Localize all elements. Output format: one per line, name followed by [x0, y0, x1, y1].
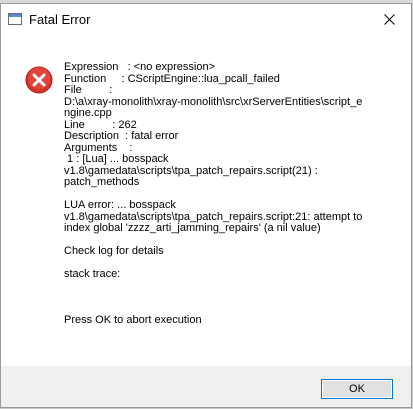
- message-line: LUA error: ... bosspack: [64, 199, 176, 211]
- message-line: D:\a\xray-monolith\xray-monolith\src\xrS…: [64, 95, 363, 108]
- message-line: Description : fatal error: [64, 130, 179, 142]
- close-icon: [383, 13, 395, 25]
- error-icon: [25, 66, 53, 94]
- message-line: 1 : [Lua] ... bosspack: [64, 153, 169, 165]
- message-line: Check log for details: [64, 245, 164, 257]
- message-line: Expression : <no expression>: [64, 61, 216, 73]
- message-line: File :: [64, 84, 113, 96]
- message-line: stack trace:: [64, 268, 121, 280]
- window-title: Fatal Error: [29, 12, 91, 27]
- fatal-error-dialog: Fatal Error Expression : <no expression>…: [0, 3, 412, 408]
- message-line: ngine.cpp: [64, 107, 112, 119]
- message-line: Press OK to abort execution: [64, 314, 202, 326]
- title-bar[interactable]: Fatal Error: [1, 4, 411, 36]
- message-line: index global 'zzzz_arti_jamming_repairs'…: [64, 222, 321, 234]
- close-button[interactable]: [367, 4, 411, 34]
- window-icon: [8, 13, 22, 25]
- message-line: patch_methods: [64, 176, 140, 188]
- message-area: Expression : <no expression> Function : C…: [1, 36, 411, 366]
- message-line: Function : CScriptEngine::lua_pcall_fail…: [64, 72, 280, 85]
- button-bar: OK: [1, 366, 411, 407]
- error-message: Expression : <no expression> Function : C…: [64, 61, 384, 327]
- ok-button[interactable]: OK: [321, 379, 393, 399]
